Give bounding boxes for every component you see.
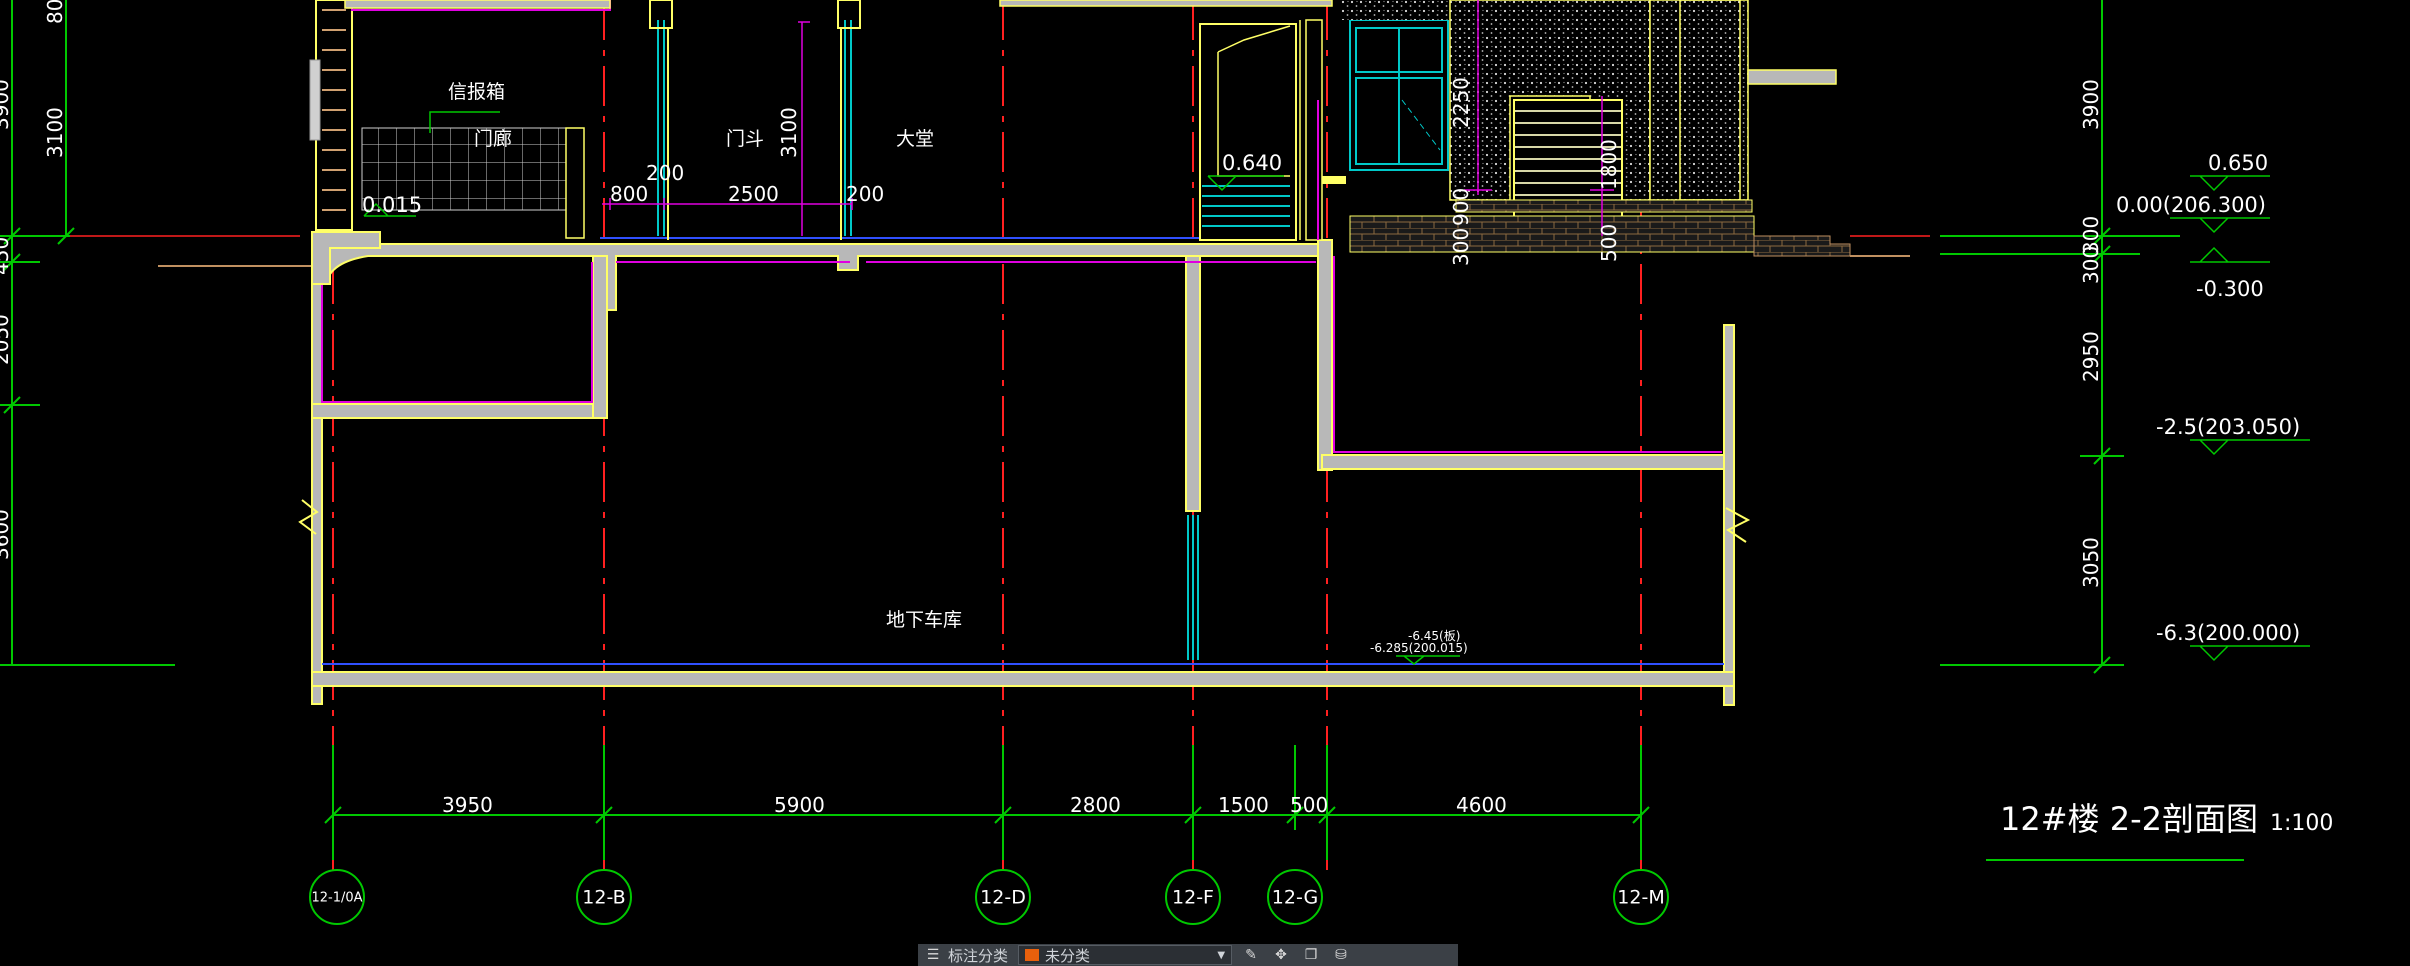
basement-wall-right: [1723, 324, 1735, 706]
upper-slab-right: [1317, 239, 1333, 471]
dim-200-b: 200: [846, 182, 884, 206]
left-dimensions: [0, 0, 175, 666]
dim-900: 900: [1449, 188, 1473, 226]
retaining-slab-left: [311, 403, 605, 419]
axis-label-2: 12-B: [582, 887, 625, 909]
dim-right-300-b: 300: [2079, 246, 2103, 284]
level-neg6300: -6.3(200.000): [2156, 621, 2300, 645]
copy-icon[interactable]: ❐: [1300, 947, 1322, 963]
room-mailbox: 信报箱: [448, 81, 505, 103]
dim-200-a: 200: [646, 161, 684, 185]
dim-1800: 1800: [1597, 139, 1621, 190]
chevron-down-icon: ▼: [1217, 949, 1226, 961]
porch-side-box: [565, 127, 585, 239]
right-dimension-text: 3900 300 300 2950 3050: [2079, 79, 2103, 588]
drawing-title: 12#楼 2-2剖面图 1:100: [1986, 800, 2333, 861]
right-dimensions: [1940, 0, 2180, 674]
level-0000: 0.00(206.300): [2116, 193, 2266, 217]
dim-500-top: 500: [1597, 224, 1621, 262]
ground-floor-slab: [311, 243, 1331, 311]
basement-inner-lines: [321, 256, 1722, 453]
drawing-title-text: 12#楼 2-2剖面图: [2000, 800, 2258, 838]
axis-bubbles: 12-1/0A 12-B 12-D 12-F 12-G 12-M: [309, 869, 1669, 925]
column: [1185, 255, 1201, 512]
axis-label-4: 12-F: [1172, 887, 1214, 909]
axis-label-3: 12-D: [980, 887, 1026, 909]
axis-label-5: 12-G: [1272, 887, 1318, 909]
dim-2800: 2800: [1070, 793, 1121, 817]
basement-wall-left: [311, 283, 323, 705]
dim-right-3050: 3050: [2079, 537, 2103, 588]
basement-structure: [311, 239, 1735, 706]
top-beam: [999, 0, 1333, 7]
room-vestibule: 门斗: [726, 128, 764, 150]
layer-color-swatch: [1025, 949, 1040, 961]
level-stair: 0.640: [1222, 151, 1282, 175]
edit-icon[interactable]: ✎: [1240, 947, 1262, 963]
dim-left-450: 450: [0, 237, 13, 275]
section-drawing: 3900 3100 80 450 2050 3600 3900 300 300 …: [0, 0, 2333, 925]
room-lobby: 大堂: [896, 128, 934, 150]
dim-left-80: 80: [43, 0, 67, 24]
left-dimension-text: 3900 3100 80 450 2050 3600: [0, 0, 67, 560]
dim-800: 800: [610, 182, 648, 206]
layers-icon[interactable]: ☰: [922, 947, 944, 963]
dim-3100-mid: 3100: [777, 107, 801, 158]
dim-3950: 3950: [442, 793, 493, 817]
dim-left-3600: 3600: [0, 509, 13, 560]
glass-columns: [657, 20, 1199, 660]
dim-1500: 1500: [1218, 793, 1269, 817]
axis-label-1: 12-1/0A: [311, 891, 362, 906]
retaining-wall-left: [592, 255, 608, 419]
room-porch: 门廊: [474, 128, 512, 150]
dim-2250: 2250: [1449, 77, 1473, 128]
floor-note-2: -6.285(200.015): [1370, 641, 1468, 655]
dim-2500: 2500: [728, 182, 779, 206]
layer-dropdown[interactable]: 未分类 ▼: [1018, 945, 1233, 965]
dim-left-3900: 3900: [0, 79, 13, 130]
level-0650: 0.650: [2208, 151, 2268, 175]
dim-right-2950: 2950: [2079, 331, 2103, 382]
stair-block: [1199, 19, 1346, 241]
bottom-dimensions: [324, 745, 1650, 860]
annotation-category-label: 标注分类: [948, 946, 1009, 965]
level-neg2500: -2.5(203.050): [2156, 415, 2300, 439]
dim-left-3100: 3100: [43, 107, 67, 158]
drawing-scale-text: 1:100: [2270, 811, 2333, 836]
status-bar: ☰ 标注分类 未分类 ▼ ✎ ✥ ❐ ⛁: [918, 944, 1458, 966]
layer-dropdown-value: 未分类: [1045, 946, 1091, 965]
window-block: [1317, 0, 1450, 240]
raised-slab-right: [1321, 454, 1735, 470]
basement-floor-slab: [311, 671, 1735, 687]
break-symbols: [298, 499, 1751, 543]
dim-300-top: 300: [1449, 228, 1473, 266]
dim-5900: 5900: [774, 793, 825, 817]
level-entry: 0.015: [362, 193, 422, 217]
room-garage: 地下车库: [886, 609, 962, 631]
bottom-dimension-text: 3950 5900 2800 1500 500 4600: [442, 793, 1507, 817]
dim-4600: 4600: [1456, 793, 1507, 817]
move-icon[interactable]: ✥: [1270, 947, 1292, 963]
stack-icon[interactable]: ⛁: [1330, 947, 1352, 963]
level-neg0300: -0.300: [2196, 277, 2264, 301]
dim-left-2050: 2050: [0, 314, 13, 365]
dim-right-3900: 3900: [2079, 79, 2103, 130]
axis-label-6: 12-M: [1617, 887, 1664, 909]
dim-500: 500: [1290, 793, 1328, 817]
